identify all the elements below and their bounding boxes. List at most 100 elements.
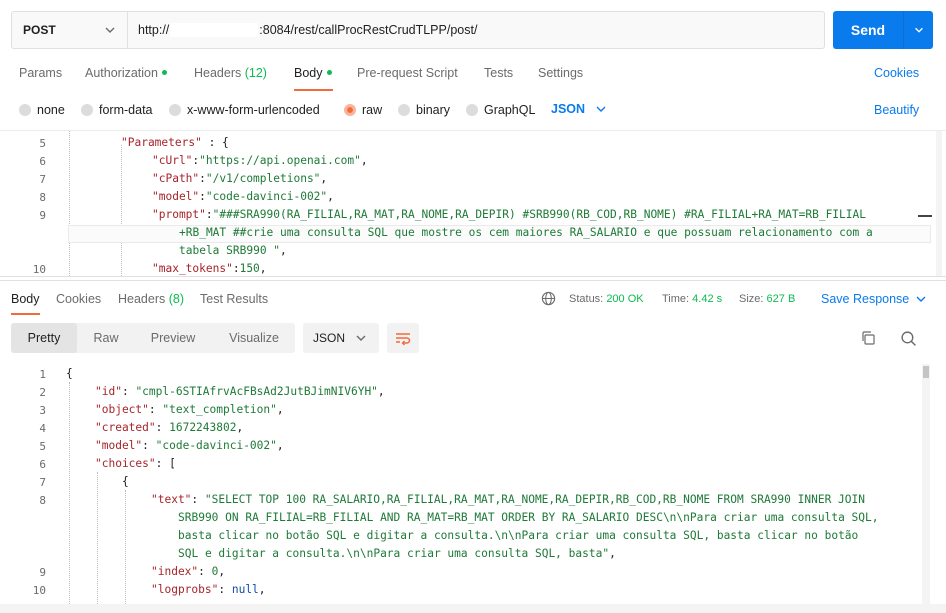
json-punct: { xyxy=(122,475,129,488)
response-size[interactable]: Size: 627 B xyxy=(739,293,795,305)
json-string: "###SRA990(RA_FILIAL,RA_MAT,RA_NOME,RA_D… xyxy=(212,208,866,221)
json-key: "Parameters" xyxy=(121,136,202,149)
radio-x-www-form-urlencoded[interactable]: x-www-form-urlencoded xyxy=(169,103,320,117)
response-tab-test-results[interactable]: Test Results xyxy=(200,292,268,306)
scrollbar-thumb[interactable] xyxy=(923,366,929,378)
response-headers-count: (8) xyxy=(168,292,185,306)
code-line: "text": "SELECT TOP 100 RA_SALARIO,RA_FI… xyxy=(151,493,865,506)
cookies-link[interactable]: Cookies xyxy=(874,66,919,80)
code-line: "Parameters" : { xyxy=(121,136,229,149)
code-line: "model": "code-davinci-002", xyxy=(95,439,284,452)
url-input[interactable]: http://:8084/rest/callProcRestCrudTLPP/p… xyxy=(127,11,825,49)
json-string: basta clicar no botão SQL e digitar a co… xyxy=(178,529,859,542)
method-select[interactable]: POST xyxy=(11,11,127,49)
tab-tests[interactable]: Tests xyxy=(484,66,513,80)
chevron-down-icon xyxy=(596,106,606,112)
code-line: "max_tokens":150, xyxy=(152,262,267,275)
radio-binary[interactable]: binary xyxy=(398,103,450,117)
radio-circle xyxy=(466,104,478,116)
body-format-select[interactable]: JSON xyxy=(551,102,609,116)
send-button[interactable]: Send xyxy=(833,11,903,49)
line-number: 9 xyxy=(39,209,46,222)
response-time[interactable]: Time: 4.42 s xyxy=(662,293,722,305)
horizontal-scrollbar[interactable] xyxy=(0,604,946,613)
line-number: 6 xyxy=(39,155,46,168)
radio-circle xyxy=(398,104,410,116)
code-line: { xyxy=(122,475,129,488)
response-format-label: JSON xyxy=(313,331,346,345)
json-key: "model" xyxy=(95,439,143,452)
tab-params[interactable]: Params xyxy=(19,66,62,80)
radio-form-data[interactable]: form-data xyxy=(81,103,153,117)
tab-headers[interactable]: Headers (12) xyxy=(194,66,267,80)
view-mode-pretty[interactable]: Pretty xyxy=(11,323,77,353)
line-number: 8 xyxy=(39,494,46,507)
response-status[interactable]: Status: 200 OK xyxy=(569,293,644,305)
radio-circle-selected xyxy=(344,104,356,116)
json-key: "id" xyxy=(95,385,122,398)
active-tab-indicator xyxy=(294,89,333,91)
response-tab-body[interactable]: Body xyxy=(11,292,40,306)
response-tab-cookies[interactable]: Cookies xyxy=(56,292,101,306)
tab-body[interactable]: Body xyxy=(294,66,332,80)
response-format-select[interactable]: JSON xyxy=(303,323,379,353)
save-response-button[interactable]: Save Response xyxy=(821,292,928,306)
beautify-link[interactable]: Beautify xyxy=(874,103,919,117)
request-body-editor[interactable]: 5 "Parameters" : { 6 "cUrl":"https://api… xyxy=(0,130,946,277)
json-string: "text_completion" xyxy=(162,403,277,416)
line-number: 9 xyxy=(39,566,46,579)
radio-label: binary xyxy=(416,103,451,117)
radio-raw[interactable]: raw xyxy=(344,103,382,117)
code-line-wrap: +RB_MAT ##crie uma consulta SQL que most… xyxy=(179,226,873,239)
code-line: "logprobs": null, xyxy=(151,583,266,596)
view-mode-raw[interactable]: Raw xyxy=(80,323,132,353)
code-line-wrap: SQL e digitar a consulta.\n\nPara criar … xyxy=(178,547,616,560)
redacted-host xyxy=(170,23,259,37)
body-format-label: JSON xyxy=(551,102,586,116)
tab-authorization-label: Authorization xyxy=(85,66,158,80)
code-line: "prompt":"###SRA990(RA_FILIAL,RA_MAT,RA_… xyxy=(152,208,866,221)
radio-label: none xyxy=(37,103,65,117)
globe-icon[interactable] xyxy=(541,291,556,306)
status-label: Status: xyxy=(569,293,604,305)
line-number: 2 xyxy=(39,386,46,399)
scroll-marker xyxy=(918,215,932,217)
line-number: 10 xyxy=(32,584,46,597)
json-string: "SELECT TOP 100 RA_SALARIO,RA_FILIAL,RA_… xyxy=(204,493,865,506)
active-dot-icon xyxy=(326,70,332,76)
tab-authorization[interactable]: Authorization xyxy=(85,66,167,80)
view-mode-visualize[interactable]: Visualize xyxy=(216,323,292,353)
json-string: SQL e digitar a consulta.\n\nPara criar … xyxy=(178,547,610,560)
copy-icon[interactable] xyxy=(860,330,876,346)
view-mode-preview[interactable]: Preview xyxy=(138,323,208,353)
status-value: 200 OK xyxy=(606,293,644,305)
send-options-button[interactable] xyxy=(903,11,933,49)
radio-graphql[interactable]: GraphQL xyxy=(466,103,535,117)
size-label: Size: xyxy=(739,293,764,305)
line-number: 7 xyxy=(39,476,46,489)
editor-scrollbar[interactable] xyxy=(936,131,942,276)
response-scrollbar[interactable] xyxy=(922,364,930,604)
radio-label: raw xyxy=(362,103,383,117)
radio-none[interactable]: none xyxy=(19,103,65,117)
radio-circle xyxy=(81,104,93,116)
wrap-lines-button[interactable] xyxy=(387,323,419,353)
code-line: { xyxy=(66,367,73,380)
tab-pre-request-script[interactable]: Pre-request Script xyxy=(357,66,458,80)
radio-label: x-www-form-urlencoded xyxy=(187,103,320,117)
line-number: 8 xyxy=(39,191,46,204)
code-line-wrap: SRB990 ON RA_FILIAL=RB_FILIAL AND RA_MAT… xyxy=(178,511,879,524)
json-key: "created" xyxy=(95,421,156,434)
time-value: 4.42 s xyxy=(692,293,723,305)
search-icon[interactable] xyxy=(900,330,917,347)
json-string: "/v1/completions" xyxy=(205,172,321,185)
radio-label: GraphQL xyxy=(484,103,536,117)
line-number: 5 xyxy=(39,137,46,150)
response-tab-headers[interactable]: Headers (8) xyxy=(118,292,184,306)
json-punct: { xyxy=(66,367,73,380)
json-punct: : { xyxy=(201,136,229,149)
response-body-viewer[interactable]: 1 { 2 "id": "cmpl-6STIAfrvAcFBsAd2JutBJi… xyxy=(0,364,946,604)
tab-settings[interactable]: Settings xyxy=(538,66,583,80)
json-null: null xyxy=(231,583,259,596)
chevron-down-icon xyxy=(105,27,115,33)
